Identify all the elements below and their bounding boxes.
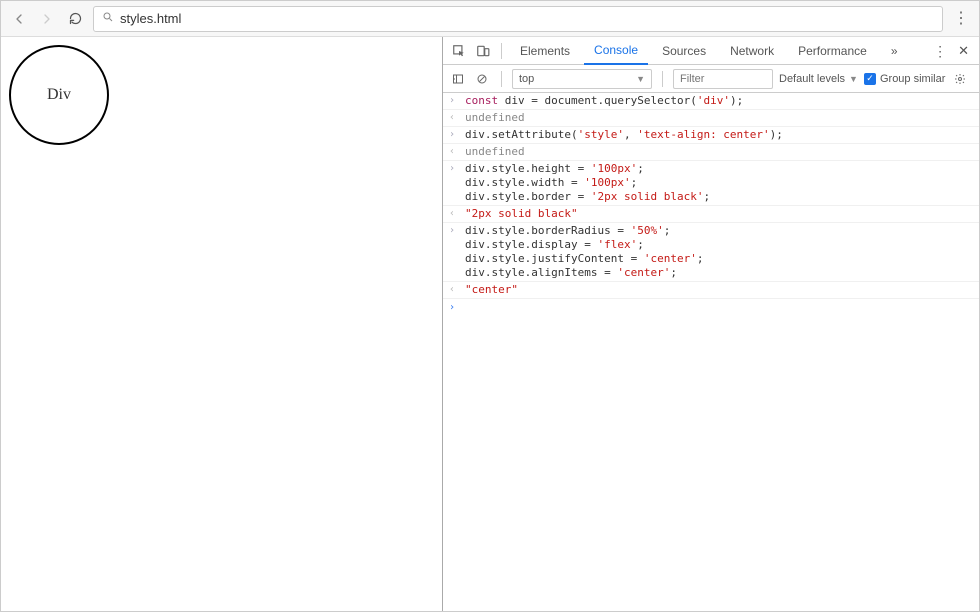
context-value: top — [519, 73, 534, 85]
device-toolbar-icon[interactable] — [473, 41, 493, 61]
input-marker-icon: › — [449, 128, 461, 142]
url-bar[interactable]: styles.html — [93, 6, 943, 32]
devtools-close-button[interactable]: ✕ — [954, 43, 973, 59]
tab-console[interactable]: Console — [584, 37, 648, 65]
output-marker-icon: ‹ — [449, 283, 461, 297]
console-settings-icon[interactable] — [951, 70, 969, 88]
chevron-down-icon: ▼ — [636, 74, 645, 84]
console-sidebar-toggle-icon[interactable] — [449, 70, 467, 88]
tabs-overflow[interactable]: » — [881, 37, 908, 65]
input-marker-icon: › — [449, 162, 461, 176]
console-line: ›div.style.height = '100px'; div.style.w… — [443, 161, 979, 206]
devtools-tabs: Elements Console Sources Network Perform… — [443, 37, 979, 65]
input-marker-icon: › — [449, 94, 461, 108]
tab-network[interactable]: Network — [720, 37, 784, 65]
chevron-down-icon: ▼ — [849, 74, 858, 84]
tab-elements[interactable]: Elements — [510, 37, 580, 65]
tab-performance[interactable]: Performance — [788, 37, 877, 65]
console-body[interactable]: ›const div = document.querySelector('div… — [443, 93, 979, 611]
devtools-panel: Elements Console Sources Network Perform… — [443, 37, 979, 611]
page-content: Div — [1, 37, 443, 611]
levels-label: Default levels — [779, 73, 845, 85]
console-line: ‹undefined — [443, 144, 979, 161]
browser-menu-button[interactable]: ⋮ — [951, 11, 971, 27]
console-toolbar: top ▼ Default levels ▼ ✓ Group similar — [443, 65, 979, 93]
back-button[interactable] — [9, 9, 29, 29]
log-levels-select[interactable]: Default levels ▼ — [779, 73, 858, 85]
inspect-element-icon[interactable] — [449, 41, 469, 61]
console-prompt[interactable]: › — [443, 299, 979, 303]
browser-toolbar: styles.html ⋮ — [1, 1, 979, 37]
reload-button[interactable] — [65, 9, 85, 29]
checkbox-checked-icon: ✓ — [864, 73, 876, 85]
console-line: ›div.setAttribute('style', 'text-align: … — [443, 127, 979, 144]
console-line: ‹"2px solid black" — [443, 206, 979, 223]
devtools-menu-button[interactable]: ⋮ — [930, 44, 950, 58]
console-line: ›div.style.borderRadius = '50%'; div.sty… — [443, 223, 979, 282]
div-text: Div — [47, 86, 71, 104]
group-similar-label: Group similar — [880, 73, 945, 85]
input-marker-icon: › — [449, 224, 461, 238]
filter-input[interactable] — [673, 69, 773, 89]
forward-button[interactable] — [37, 9, 57, 29]
prompt-marker-icon: › — [449, 301, 455, 315]
group-similar-toggle[interactable]: ✓ Group similar — [864, 73, 945, 85]
styled-div: Div — [9, 45, 109, 145]
console-line: ‹undefined — [443, 110, 979, 127]
output-marker-icon: ‹ — [449, 111, 461, 125]
execution-context-select[interactable]: top ▼ — [512, 69, 652, 89]
console-line: ‹"center" — [443, 282, 979, 299]
output-marker-icon: ‹ — [449, 207, 461, 221]
tab-sources[interactable]: Sources — [652, 37, 716, 65]
output-marker-icon: ‹ — [449, 145, 461, 159]
search-icon — [102, 11, 114, 26]
clear-console-icon[interactable] — [473, 70, 491, 88]
url-text: styles.html — [120, 11, 934, 26]
console-line: ›const div = document.querySelector('div… — [443, 93, 979, 110]
